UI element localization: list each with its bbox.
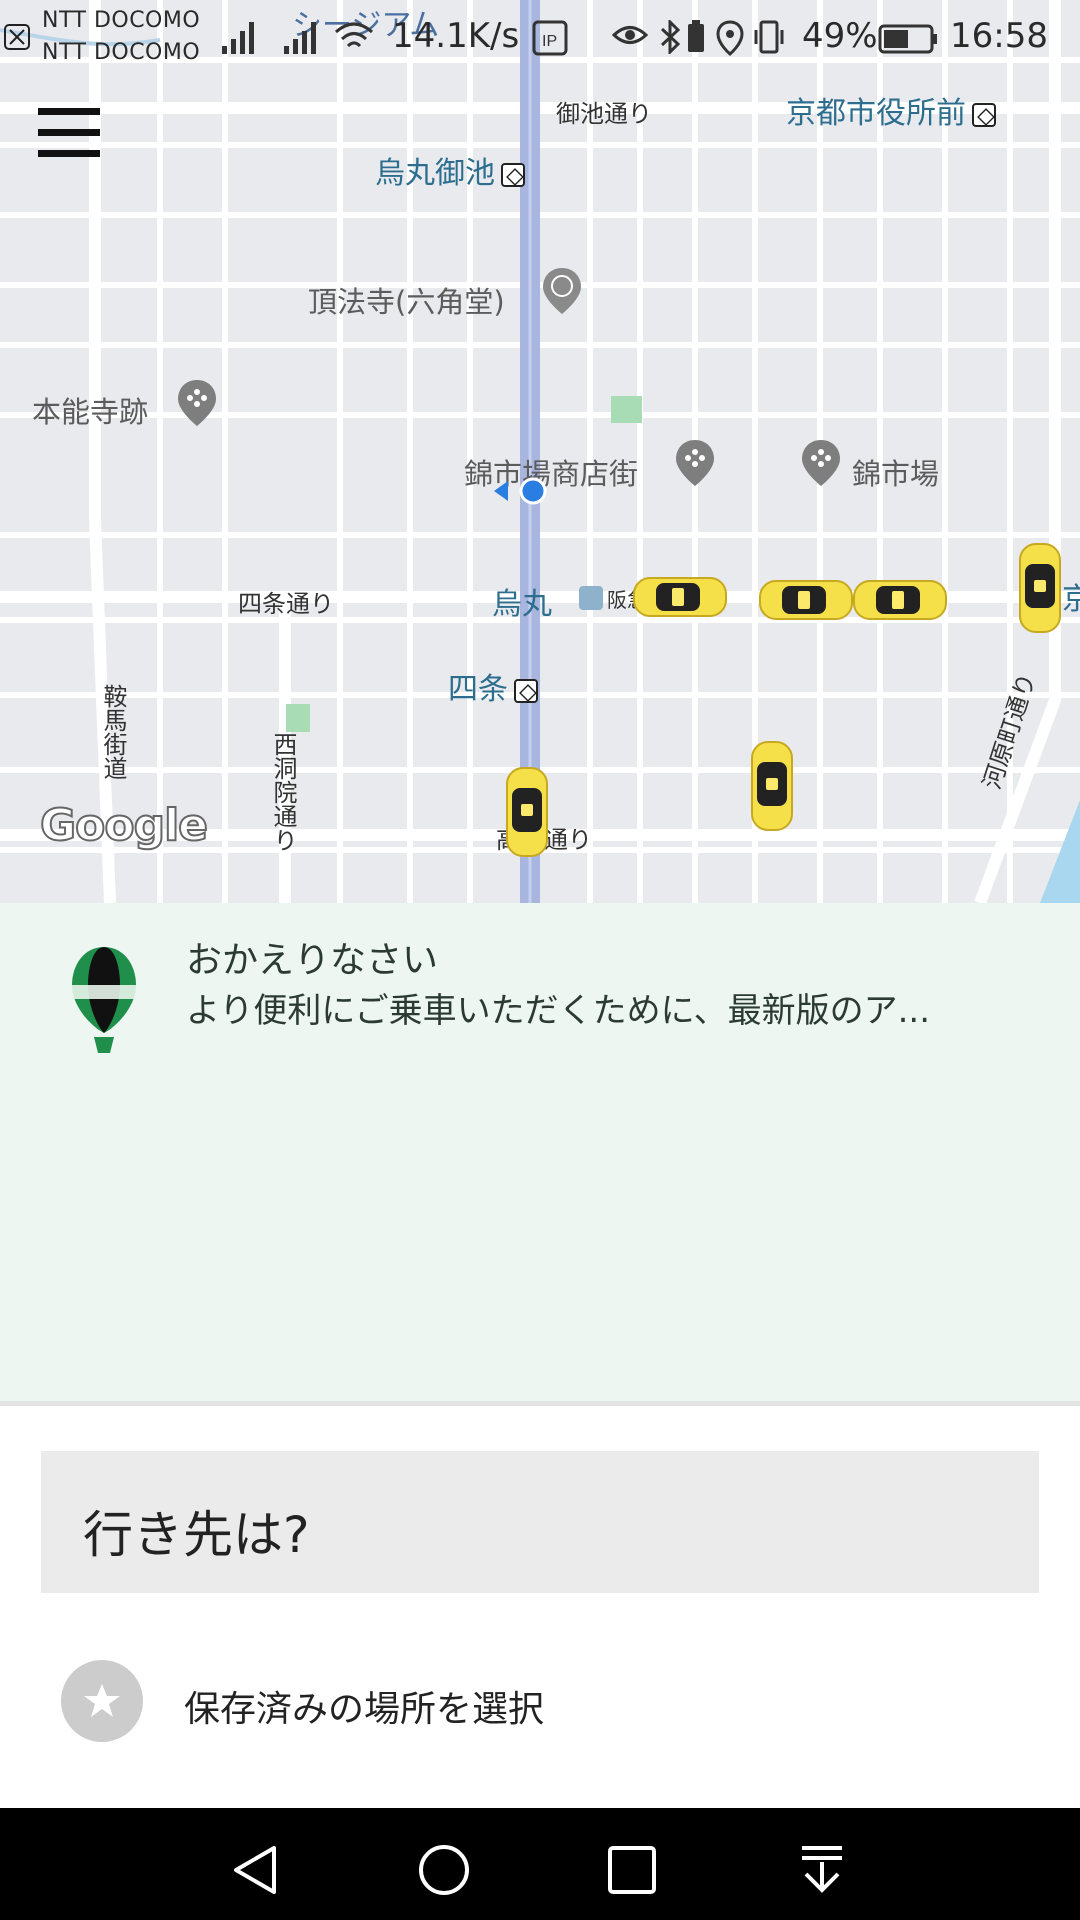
saved-places-button[interactable]: 保存済みの場所を選択	[0, 1640, 1080, 1760]
star-icon	[61, 1660, 143, 1742]
carrier-name-2: NTT DOCOMO	[42, 40, 201, 65]
map-label-nishinotoin: 西洞院通り	[269, 732, 297, 852]
taxi-icon	[1019, 543, 1061, 633]
back-icon[interactable]	[228, 1842, 284, 1898]
welcome-message[interactable]: より便利にご乗車いただくために、最新版のア...	[186, 983, 930, 1032]
station-name: 烏丸御池	[375, 156, 495, 191]
welcome-title: おかえりなさい	[186, 940, 439, 981]
map-view[interactable]: シージアム 御池通り 京都市役所前 烏丸御池 頂法寺(六角堂) 本能寺跡 錦市場…	[0, 0, 1080, 903]
metro-station-icon	[972, 102, 996, 127]
notification-pull-down-icon[interactable]	[794, 1842, 850, 1898]
map-label-karasuma-oike-station[interactable]: 烏丸御池	[375, 148, 525, 192]
taxi-icon	[506, 767, 548, 857]
map-label-nishiki-shotengai[interactable]: 錦市場商店街	[464, 451, 638, 493]
battery-percent: 49%	[802, 16, 878, 56]
place-pin-icon[interactable]	[543, 268, 581, 314]
station-name: 烏丸	[492, 587, 552, 622]
map-label-partial-right: 京	[1062, 582, 1080, 617]
map-label-oike-dori: 御池通り	[556, 100, 652, 128]
welcome-panel[interactable]: おかえりなさい より便利にご乗車いただくために、最新版のア...	[0, 903, 1080, 1406]
current-location-icon	[494, 477, 547, 505]
svg-text:IP: IP	[542, 33, 557, 50]
wifi-icon	[335, 22, 373, 48]
place-pin-icon[interactable]	[802, 440, 840, 486]
station-name: 京都市役所前	[786, 96, 966, 131]
destination-placeholder: 行き先は?	[83, 1506, 310, 1564]
taxi-icon	[751, 741, 793, 831]
map-label-chohoji[interactable]: 頂法寺(六角堂)	[308, 279, 505, 321]
taxi-icon	[853, 580, 947, 620]
destination-input[interactable]: 行き先は?	[41, 1451, 1039, 1593]
hamburger-menu-icon[interactable]	[38, 108, 102, 158]
map-label-nishiki-ichiba[interactable]: 錦市場	[852, 451, 939, 493]
eye-icon	[612, 26, 648, 44]
carrier-name-1: NTT DOCOMO	[42, 8, 201, 33]
map-label-shijo-dori: 四条通り	[238, 590, 334, 618]
signal-icon	[222, 22, 254, 54]
taxi-icon	[633, 577, 727, 617]
network-speed: 14.1K/s	[392, 16, 520, 56]
place-pin-icon[interactable]	[178, 380, 216, 426]
clock: 16:58	[950, 16, 1048, 56]
status-bar: NTT DOCOMO NTT DOCOMO 14.1K/s IP 49% 16:…	[0, 0, 1080, 78]
vibrate-icon	[754, 20, 784, 54]
signal-icon	[284, 22, 316, 54]
station-name: 四条	[448, 672, 508, 707]
map-label-shiyakusho-station[interactable]: 京都市役所前	[786, 88, 996, 132]
metro-station-icon	[501, 162, 525, 187]
location-icon	[716, 20, 744, 56]
hankyu-station-icon	[579, 586, 603, 610]
battery-icon	[878, 24, 937, 54]
balloon-logo-icon	[72, 947, 136, 1053]
bluetooth-icon	[660, 20, 681, 54]
map-label-honnoji[interactable]: 本能寺跡	[32, 389, 148, 431]
battery-saver-icon	[688, 20, 704, 52]
notification-icon	[4, 24, 30, 50]
saved-places-label: 保存済みの場所を選択	[184, 1689, 545, 1730]
home-icon[interactable]	[416, 1842, 472, 1898]
ip-icon: IP	[532, 20, 568, 56]
recents-icon[interactable]	[604, 1842, 660, 1898]
metro-station-icon	[514, 678, 538, 703]
navigation-bar	[0, 1808, 1080, 1920]
place-pin-icon[interactable]	[676, 440, 714, 486]
map-label-kurama-kaido: 鞍馬街道	[99, 684, 127, 780]
taxi-icon	[759, 580, 853, 620]
google-logo: Google	[39, 799, 209, 852]
map-label-karasuma-station[interactable]: 烏丸	[492, 579, 552, 623]
map-label-shijo-station[interactable]: 四条	[448, 664, 538, 708]
